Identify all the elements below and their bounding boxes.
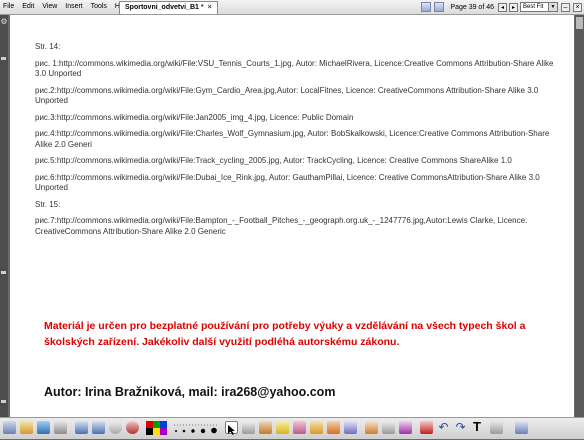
reference-item: рис.7:http://commons.wikimedia.org/wiki/… [35, 216, 528, 236]
reference-item: рис.3:http://commons.wikimedia.org/wiki/… [35, 112, 354, 122]
reference-list: Str. 14: рис. 1:http://commons.wikimedia… [35, 42, 565, 237]
fill-icon[interactable] [327, 421, 340, 434]
text-tool-icon[interactable]: T [473, 420, 481, 434]
color-swatch-purple[interactable] [160, 428, 167, 435]
bottom-toolbar: ↶ ↷ T [0, 417, 584, 439]
prev-page-button[interactable] [75, 421, 88, 434]
menu-tools[interactable]: Tools [91, 3, 107, 10]
reference-item: рис.6:http://commons.wikimedia.org/wiki/… [35, 172, 540, 193]
reference-item: рис.5:http://commons.wikimedia.org/wiki/… [35, 156, 512, 165]
scrollbar-thumb[interactable] [576, 17, 583, 29]
chevron-down-icon: ▼ [548, 3, 557, 11]
table-icon[interactable] [365, 421, 378, 434]
cursor-icon [228, 425, 235, 435]
page-heading: Str. 14: [35, 42, 61, 51]
top-bar: File Edit View Insert Tools Help Sportov… [0, 0, 584, 15]
vertical-scrollbar[interactable] [575, 15, 584, 417]
close-button[interactable]: × [573, 2, 582, 12]
sidebar-handle[interactable] [1, 57, 6, 60]
page-heading: Str. 15: [35, 199, 61, 209]
menu-bar: File Edit View Insert Tools Help [3, 3, 135, 10]
color-swatch-red[interactable] [146, 421, 153, 428]
redo-icon[interactable]: ↷ [454, 421, 467, 434]
menu-edit[interactable]: Edit [22, 3, 34, 10]
menu-file[interactable]: File [3, 3, 14, 10]
record-video-icon[interactable] [399, 421, 412, 434]
modified-indicator: * [200, 4, 204, 11]
pen-icon[interactable] [259, 421, 272, 434]
color-swatch-green[interactable] [153, 421, 160, 428]
reference-item: рис.2:http://commons.wikimedia.org/wiki/… [35, 85, 539, 106]
next-page-icon[interactable]: ▸ [509, 2, 518, 12]
gallery-icon[interactable] [20, 421, 33, 434]
select-arrow-icon[interactable] [225, 421, 238, 435]
next-page-button[interactable] [92, 421, 105, 434]
line-tool-icon[interactable] [344, 421, 357, 434]
highlighter-icon[interactable] [276, 421, 289, 434]
page-controls: Page 39 of 46 ◂ ▸ Best Fit ▼ – × [418, 1, 582, 13]
more-tools-icon[interactable] [490, 421, 503, 434]
capture-icon[interactable] [382, 421, 395, 434]
author-line: Autor: Irina Bražniková, mail: ira268@ya… [44, 385, 336, 399]
menu-insert[interactable]: Insert [65, 3, 83, 10]
tab-title: Sportovni_odvetvi_B1 [125, 4, 199, 11]
page-view-icon[interactable] [421, 2, 432, 12]
color-swatch-black[interactable] [146, 428, 153, 435]
color-swatch-blue[interactable] [160, 421, 167, 428]
page-sorter-icon[interactable] [3, 421, 16, 434]
document-tab[interactable]: Sportovni_odvetvi_B1 * × [119, 1, 218, 14]
menu-view[interactable]: View [42, 3, 57, 10]
dual-page-icon[interactable] [434, 2, 445, 12]
whiteboard-page: Str. 14: рис. 1:http://commons.wikimedia… [10, 15, 574, 417]
undo-icon[interactable]: ↶ [437, 421, 450, 434]
eraser-icon[interactable] [293, 421, 306, 434]
zoom-select[interactable]: Best Fit ▼ [520, 2, 558, 12]
sidebar-handle[interactable] [1, 271, 6, 274]
line-width-icon [174, 424, 218, 434]
minimize-button[interactable]: – [561, 2, 570, 12]
copyright-notice: Materiál je určen pro bezplatné používán… [44, 320, 526, 348]
left-sidebar: ⚙ [0, 15, 8, 417]
zoom-value: Best Fit [523, 4, 544, 10]
magic-pen-icon[interactable] [242, 421, 255, 434]
reference-item: рис. 1:http://commons.wikimedia.org/wiki… [35, 58, 554, 79]
prev-page-icon[interactable]: ◂ [498, 2, 507, 12]
screen-shade-icon[interactable] [109, 421, 122, 434]
reference-item: рис.4:http://commons.wikimedia.org/wiki/… [35, 129, 550, 149]
sidebar-handle[interactable] [1, 400, 6, 403]
page-indicator: Page 39 of 46 [450, 3, 494, 11]
color-swatch-yellow[interactable] [153, 428, 160, 435]
tab-close-icon[interactable]: × [208, 4, 212, 11]
attachments-icon[interactable] [37, 421, 50, 434]
gear-icon[interactable]: ⚙ [0, 17, 8, 27]
properties-icon[interactable] [54, 421, 67, 434]
record-icon[interactable] [126, 421, 139, 434]
delete-icon[interactable] [420, 421, 433, 434]
shape-icon[interactable] [310, 421, 323, 434]
line-width-selector[interactable] [172, 421, 220, 434]
customize-toolbar-icon[interactable] [515, 421, 528, 434]
